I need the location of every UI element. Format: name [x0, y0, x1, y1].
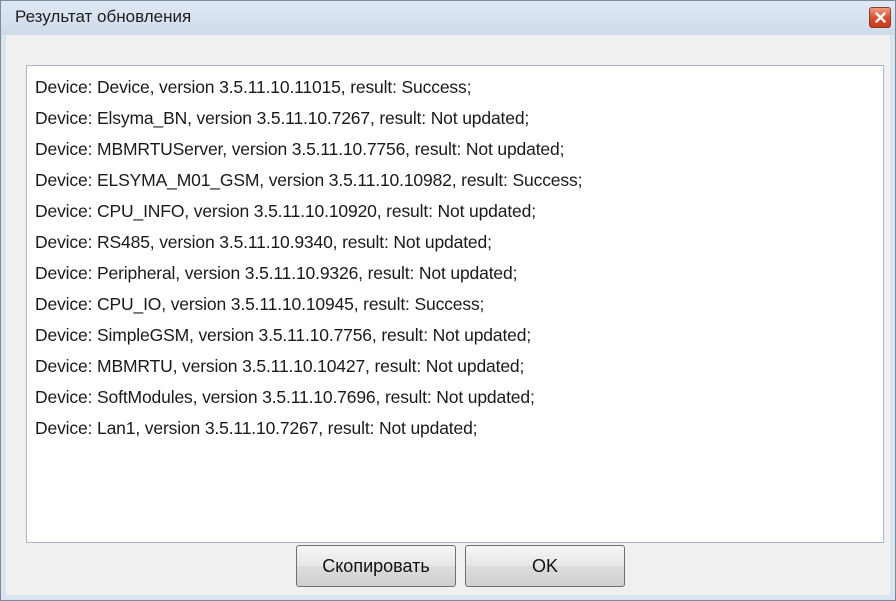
log-line: Device: MBMRTU, version 3.5.11.10.10427,… [35, 356, 525, 376]
log-line: Device: MBMRTUServer, version 3.5.11.10.… [35, 139, 565, 159]
close-button[interactable] [869, 7, 891, 28]
log-line: Device: Elsyma_BN, version 3.5.11.10.726… [35, 108, 530, 128]
log-line: Device: ELSYMA_M01_GSM, version 3.5.11.1… [35, 170, 583, 190]
log-line: Device: SimpleGSM, version 3.5.11.10.775… [35, 325, 532, 345]
log-line: Device: CPU_IO, version 3.5.11.10.10945,… [35, 294, 485, 314]
copy-button[interactable]: Скопировать [296, 545, 456, 587]
log-line: Device: Lan1, version 3.5.11.10.7267, re… [35, 418, 478, 438]
update-result-dialog: Результат обновления Device: Device, ver… [0, 0, 896, 601]
log-line: Device: Peripheral, version 3.5.11.10.93… [35, 263, 518, 283]
result-log-box[interactable]: Device: Device, version 3.5.11.10.11015,… [26, 65, 884, 543]
log-line: Device: Device, version 3.5.11.10.11015,… [35, 77, 472, 97]
ok-button[interactable]: OK [465, 545, 625, 587]
dialog-body: Device: Device, version 3.5.11.10.11015,… [6, 35, 890, 595]
dialog-title: Результат обновления [15, 7, 192, 26]
result-log-list: Device: Device, version 3.5.11.10.11015,… [27, 66, 883, 444]
log-line: Device: RS485, version 3.5.11.10.9340, r… [35, 232, 492, 252]
log-line: Device: SoftModules, version 3.5.11.10.7… [35, 387, 535, 407]
close-icon [875, 12, 886, 23]
log-line: Device: CPU_INFO, version 3.5.11.10.1092… [35, 201, 536, 221]
title-bar[interactable]: Результат обновления [1, 1, 895, 35]
